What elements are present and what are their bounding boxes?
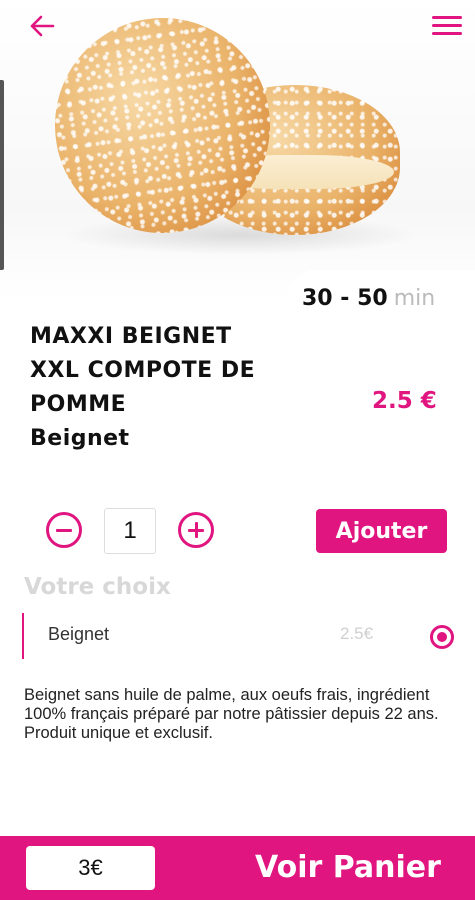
delivery-time-value: 30 - 50 [302,286,388,311]
hamburger-line [432,31,462,35]
product-description: Beignet sans huile de palme, aux oeufs f… [24,686,439,742]
cart-total: 3€ [26,846,155,890]
hamburger-line [432,23,462,27]
product-title: MAXXI BEIGNET XXL COMPOTE DE POMME [30,324,256,417]
option-label[interactable]: Beignet [48,624,109,645]
back-button[interactable] [28,12,56,40]
hamburger-menu-icon [432,15,462,19]
choice-section-title: Votre choix [24,574,171,600]
quantity-increase-button[interactable] [178,512,214,548]
add-to-cart-button[interactable]: Ajouter [316,509,447,553]
view-cart-button[interactable]: Voir Panier [228,842,468,892]
product-title-block: MAXXI BEIGNET XXL COMPOTE DE POMME Beign… [30,320,280,456]
delivery-time: 30 - 50 min [302,286,435,311]
option-radio-selected[interactable] [430,625,454,649]
option-accent-bar [22,613,24,659]
product-category: Beignet [30,426,130,451]
option-price: 2.5€ [340,624,374,643]
arrow-left-icon [30,15,55,37]
delivery-time-unit: min [393,286,436,311]
menu-button[interactable] [432,12,462,38]
quantity-input[interactable]: 1 [104,508,156,554]
scroll-edge-indicator [0,80,4,270]
product-price: 2.5 € [372,388,437,414]
quantity-decrease-button[interactable] [46,512,82,548]
product-image [0,0,475,300]
